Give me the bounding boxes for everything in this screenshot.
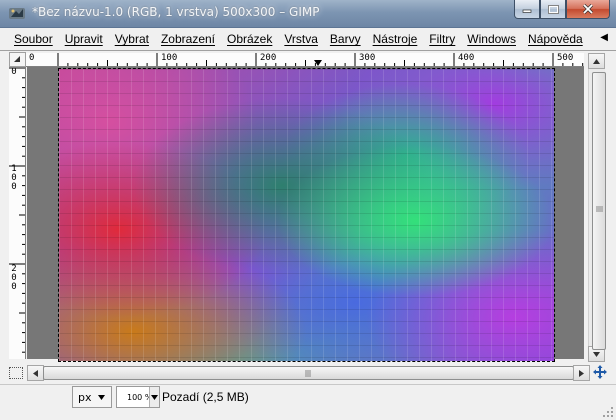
- close-button[interactable]: [566, 0, 610, 19]
- triangle-menu-icon: [14, 56, 20, 62]
- vertical-scroll-thumb[interactable]: [592, 72, 606, 350]
- menu-napoveda[interactable]: Nápověda: [522, 29, 589, 49]
- menu-filtry[interactable]: Filtry: [423, 29, 461, 49]
- zoom-dropdown-button[interactable]: [149, 387, 159, 407]
- pointer-position-marker-icon: [314, 60, 322, 66]
- scroll-up-button[interactable]: [588, 53, 605, 69]
- menu-vybrat[interactable]: Vybrat: [109, 29, 155, 49]
- arrow-left-icon: [33, 369, 38, 377]
- vertical-ruler[interactable]: 0 100 200: [9, 67, 26, 359]
- layer-info: Pozadí (2,5 MB): [162, 390, 249, 404]
- vruler-label: 100: [11, 164, 17, 192]
- chevron-down-icon: [151, 394, 158, 400]
- menu-zobrazeni[interactable]: Zobrazení: [155, 29, 221, 49]
- horizontal-ruler[interactable]: 0 100 200 300 400 500: [26, 53, 584, 67]
- hruler-label: 400: [458, 53, 475, 63]
- gimp-app-icon[interactable]: [8, 5, 26, 21]
- horizontal-scroll-thumb[interactable]: [43, 366, 574, 380]
- hruler-label: 200: [260, 53, 277, 63]
- menu-nastroje[interactable]: Nástroje: [367, 29, 424, 49]
- window-controls: [514, 0, 610, 20]
- title-bar[interactable]: *Bez názvu-1.0 (RGB, 1 vrstva) 500x300 –…: [0, 0, 616, 28]
- chevron-down-icon: [98, 395, 105, 400]
- arrow-up-icon: [593, 58, 600, 64]
- arrow-down-icon: [593, 351, 600, 357]
- resize-grip-icon[interactable]: [602, 406, 614, 418]
- hruler-label: 0: [29, 53, 35, 63]
- grip-icon: [596, 206, 603, 212]
- grip-icon: [305, 370, 311, 377]
- minimize-button[interactable]: [514, 0, 540, 19]
- horizontal-ruler-ticks: [57, 53, 584, 66]
- maximize-button[interactable]: [540, 0, 566, 19]
- minimize-icon: [522, 9, 532, 13]
- vertical-ruler-ticks: [9, 67, 25, 353]
- image-canvas[interactable]: [58, 68, 555, 362]
- menu-vrstva[interactable]: Vrstva: [278, 29, 324, 49]
- arrow-right-icon: [579, 369, 584, 377]
- window-title: *Bez názvu-1.0 (RGB, 1 vrstva) 500x300 –…: [32, 5, 320, 19]
- scroll-left-button[interactable]: [27, 365, 44, 381]
- scroll-right-button[interactable]: [573, 365, 590, 381]
- maximize-icon: [547, 4, 559, 14]
- zoom-selector[interactable]: 100 %: [116, 386, 160, 408]
- unit-value: px: [78, 390, 92, 404]
- image-menu-button[interactable]: [9, 52, 26, 67]
- menu-arrow-icon[interactable]: ◀: [600, 32, 608, 43]
- menu-windows[interactable]: Windows: [461, 29, 522, 49]
- hruler-label: 300: [359, 53, 376, 63]
- hruler-label: 100: [161, 53, 178, 63]
- menu-upravit[interactable]: Upravit: [59, 29, 109, 49]
- menu-barvy[interactable]: Barvy: [324, 29, 367, 49]
- menu-bar: Soubor Upravit Vybrat Zobrazení Obrázek …: [0, 28, 616, 50]
- vruler-label: 200: [11, 264, 17, 292]
- menu-obrazek[interactable]: Obrázek: [221, 29, 278, 49]
- quick-mask-toggle[interactable]: [9, 367, 23, 379]
- navigate-icon[interactable]: [592, 364, 608, 380]
- vruler-label: 0: [11, 67, 17, 77]
- hruler-label: 500: [557, 53, 574, 63]
- menu-soubor[interactable]: Soubor: [8, 29, 59, 49]
- image-pixel-texture: [59, 69, 554, 361]
- close-icon: [582, 4, 594, 14]
- unit-selector[interactable]: px: [72, 386, 112, 408]
